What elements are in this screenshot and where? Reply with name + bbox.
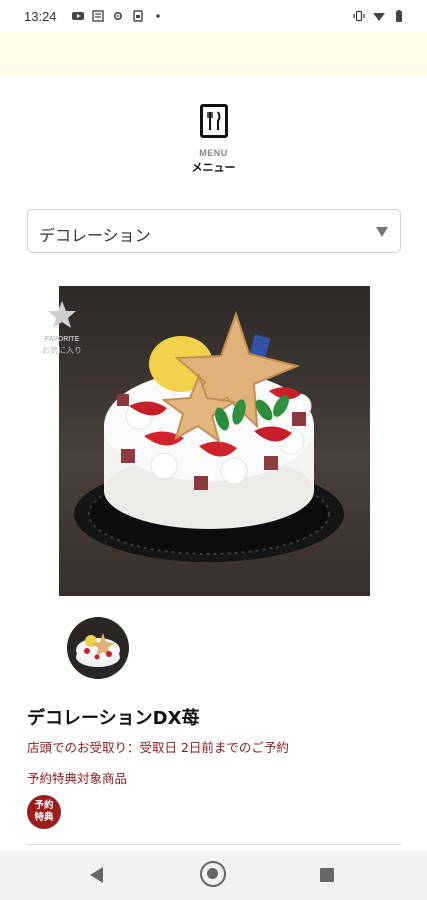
menu-header: MENU メニュー	[0, 104, 427, 175]
product-photo[interactable]	[59, 286, 370, 596]
status-left-icons	[72, 10, 164, 22]
notification-icon	[92, 10, 104, 22]
vibrate-icon	[353, 10, 365, 22]
star-icon	[48, 301, 76, 328]
battery-icon	[396, 10, 402, 22]
thumbnail-cake-image	[76, 633, 120, 667]
category-selected-value: デコレーション	[39, 226, 151, 245]
divider	[27, 844, 401, 845]
badge-line-1: 予約	[34, 800, 54, 811]
dropdown-arrow-icon	[376, 227, 388, 237]
favorite-label-ja: お気に入り	[42, 346, 82, 355]
settings-icon	[113, 11, 123, 21]
menu-title-ja: メニュー	[191, 161, 236, 174]
product-name: デコレーションDX苺	[27, 708, 200, 729]
youtube-icon	[72, 12, 84, 20]
pickup-note: 店頭でのお受取り：受取日 2日前までのご予約	[27, 740, 289, 755]
recent-apps-icon[interactable]	[320, 868, 334, 882]
storage-icon	[133, 10, 143, 22]
menu-title-en: MENU	[199, 148, 228, 158]
system-nav-bar	[0, 850, 427, 900]
home-icon[interactable]	[200, 861, 226, 887]
category-dropdown[interactable]: デコレーション	[27, 209, 401, 253]
favorite-toggle[interactable]: FAVORITE お気に入り	[36, 300, 88, 356]
restaurant-menu-icon	[199, 104, 228, 138]
status-time: 13:24	[24, 9, 57, 24]
product-thumbnail[interactable]	[67, 617, 129, 679]
top-banner	[0, 32, 427, 76]
favorite-label-en: FAVORITE	[44, 336, 80, 343]
back-icon[interactable]	[90, 867, 103, 883]
status-right-icons	[353, 10, 405, 22]
reservation-benefit-badge: 予約 特典	[27, 795, 61, 829]
reservation-benefit-note: 予約特典対象商品	[27, 771, 128, 786]
cake-illustration	[74, 310, 344, 562]
dot-icon	[156, 14, 160, 18]
wifi-icon	[373, 13, 385, 21]
badge-line-2: 特典	[34, 812, 54, 823]
status-bar: 13:24	[0, 0, 427, 32]
